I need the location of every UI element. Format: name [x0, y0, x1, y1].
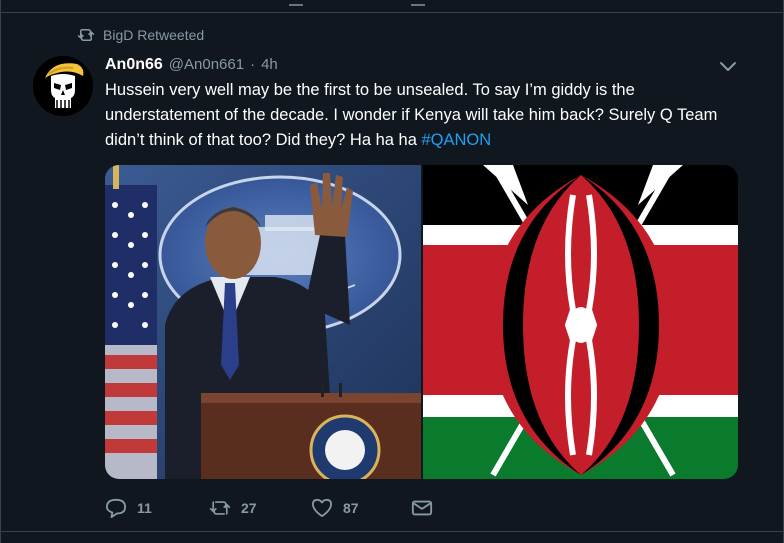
heart-icon: [311, 498, 332, 518]
like-button[interactable]: 87: [311, 496, 411, 520]
tweet-header: An0n66 @An0n661 · 4h: [105, 56, 278, 74]
hashtag-link[interactable]: #QANON: [421, 131, 491, 149]
tweet-actions: 11 27 87: [105, 496, 451, 520]
retweeted-by-line[interactable]: BigD Retweeted: [77, 26, 204, 44]
previous-tweet-action-remnant: [411, 0, 425, 6]
tweet-timestamp[interactable]: 4h: [261, 56, 278, 73]
tweet-divider-top: [1, 12, 783, 13]
chevron-down-icon[interactable]: [719, 60, 737, 74]
retweet-icon: [77, 29, 95, 41]
envelope-icon: [411, 500, 433, 516]
tweet-frame: BigD Retweeted An0n66 @An0n661 · 4h Huss…: [0, 0, 784, 543]
retweet-button[interactable]: 27: [209, 496, 311, 520]
user-handle[interactable]: @An0n661: [169, 56, 244, 73]
reply-count: 11: [137, 500, 152, 516]
retweet-count: 27: [241, 500, 257, 516]
kenya-flag: [422, 165, 738, 479]
photo-president-waving: [105, 165, 421, 479]
reply-icon: [106, 498, 126, 518]
media-photo-left[interactable]: [105, 165, 421, 479]
tweet-text: Hussein very well may be the first to be…: [105, 78, 735, 153]
media-photo-right[interactable]: [422, 165, 738, 479]
tweet-media[interactable]: [105, 165, 738, 479]
previous-tweet-action-remnant: [289, 0, 303, 6]
punisher-skull-avatar-icon: [33, 56, 93, 116]
like-count: 87: [343, 500, 359, 516]
retweet-icon: [209, 501, 231, 515]
avatar[interactable]: [33, 56, 93, 116]
tweet-body: Hussein very well may be the first to be…: [105, 81, 718, 149]
direct-message-button[interactable]: [411, 496, 451, 520]
display-name[interactable]: An0n66: [105, 56, 163, 74]
reply-button[interactable]: 11: [105, 496, 209, 520]
retweeted-by-label: BigD Retweeted: [103, 27, 205, 43]
separator-dot: ·: [250, 56, 256, 73]
tweet-divider-bottom: [1, 531, 783, 532]
